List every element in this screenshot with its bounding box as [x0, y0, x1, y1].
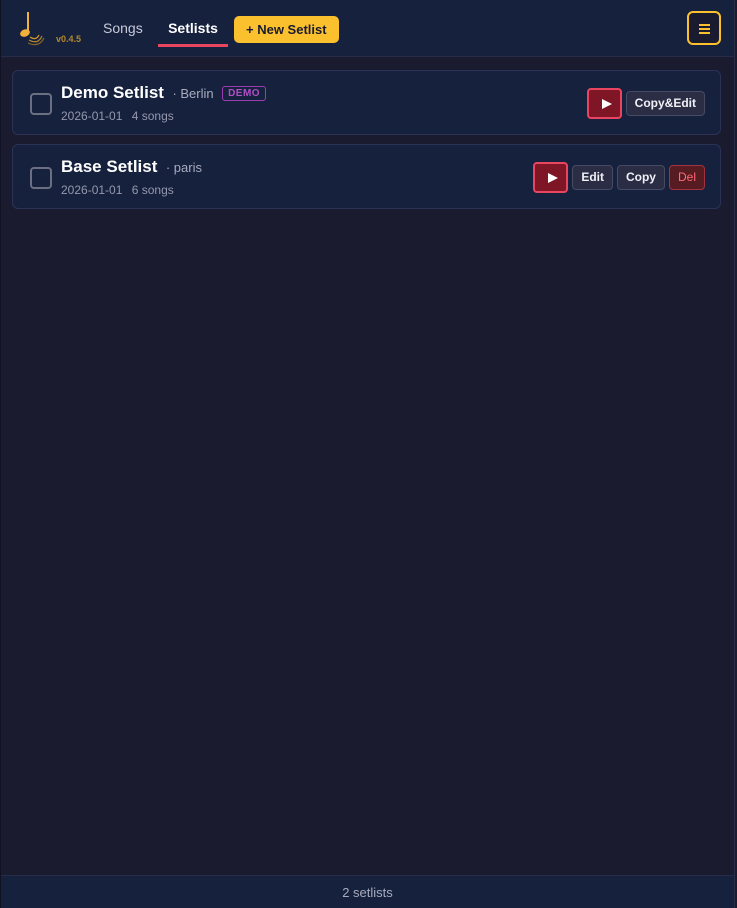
setlist-title-row: Base Setlist · paris: [61, 157, 202, 177]
status-bar: 2 setlists: [1, 875, 734, 908]
tab-songs[interactable]: Songs: [103, 20, 143, 36]
setlist-actions: Edit Copy Del: [533, 162, 705, 193]
copy-edit-button[interactable]: Copy&Edit: [625, 91, 705, 116]
hamburger-icon: [699, 32, 710, 34]
setlist-count: 2 setlists: [342, 885, 393, 900]
select-checkbox[interactable]: [30, 93, 52, 115]
setlist-city: · paris: [165, 160, 202, 175]
demo-badge: DEMO: [222, 86, 267, 101]
hamburger-icon: [699, 28, 710, 30]
setlist-title-row: Demo Setlist · Berlin DEMO: [61, 83, 267, 103]
hamburger-icon: [699, 24, 710, 26]
play-button[interactable]: [533, 162, 569, 193]
setlist-card[interactable]: Demo Setlist · Berlin DEMO 2026-01-01 4 …: [12, 70, 721, 135]
setlist-song-count: 4 songs: [131, 109, 174, 123]
app-window: v0.4.5 Songs Setlists + New Setlist Demo…: [0, 0, 735, 908]
setlist-title: Base Setlist: [61, 157, 158, 176]
copy-button[interactable]: Copy: [616, 165, 665, 190]
setlist-meta: 2026-01-01 6 songs: [61, 183, 174, 197]
setlist-actions: Copy&Edit: [586, 88, 705, 119]
setlist-list: Demo Setlist · Berlin DEMO 2026-01-01 4 …: [12, 70, 721, 218]
setlist-date: 2026-01-01: [61, 109, 123, 123]
new-setlist-button[interactable]: + New Setlist: [234, 16, 339, 43]
app-version: v0.4.5: [56, 34, 82, 44]
setlist-card[interactable]: Base Setlist · paris 2026-01-01 6 songs …: [12, 144, 721, 209]
setlist-city: · Berlin: [172, 86, 214, 101]
setlist-song-count: 6 songs: [131, 183, 174, 197]
setlist-date: 2026-01-01: [61, 183, 123, 197]
tab-setlists[interactable]: Setlists: [158, 20, 228, 47]
music-note-icon[interactable]: [17, 10, 47, 46]
top-bar: v0.4.5 Songs Setlists + New Setlist: [1, 0, 734, 57]
setlist-title: Demo Setlist: [61, 83, 164, 102]
select-checkbox[interactable]: [30, 167, 52, 189]
play-button[interactable]: [586, 88, 622, 119]
delete-button[interactable]: Del: [668, 165, 705, 190]
setlist-meta: 2026-01-01 4 songs: [61, 109, 174, 123]
edit-button[interactable]: Edit: [572, 165, 613, 190]
menu-button[interactable]: [687, 11, 721, 45]
